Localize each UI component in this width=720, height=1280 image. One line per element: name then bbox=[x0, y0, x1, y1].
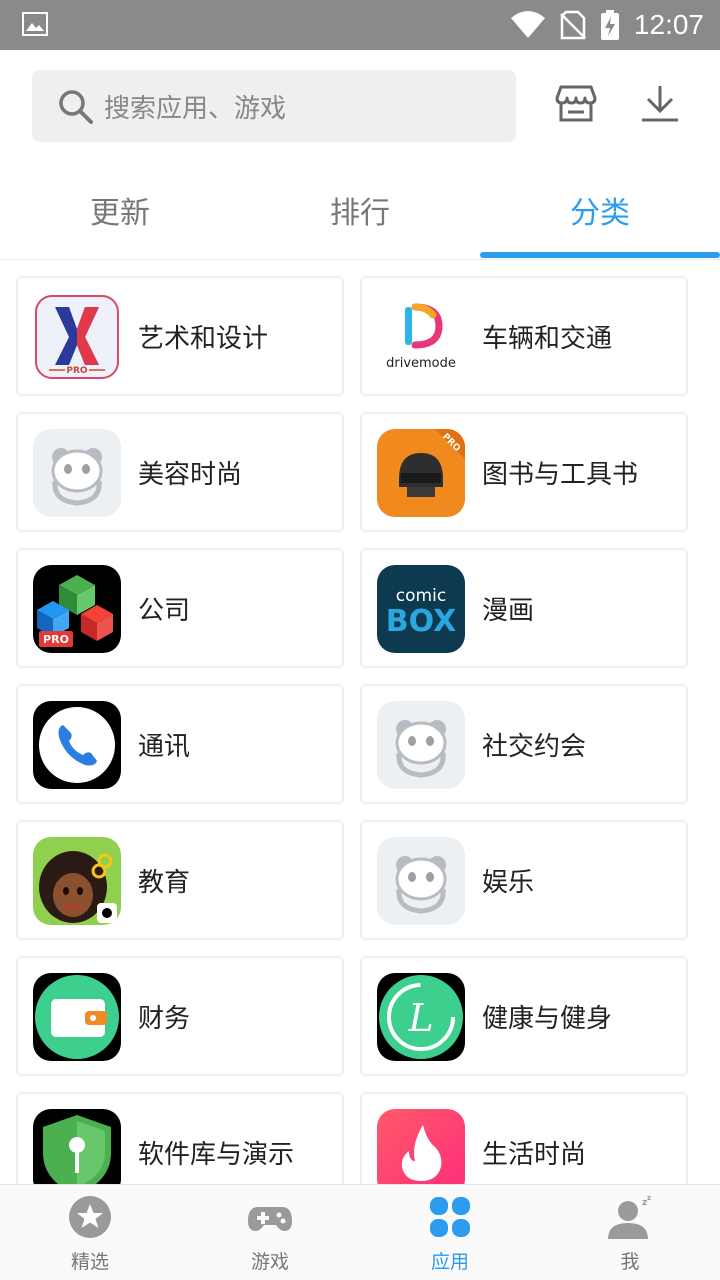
category-label: 美容时尚 bbox=[138, 459, 243, 490]
gamepad-icon bbox=[248, 1207, 292, 1231]
panda-placeholder-icon bbox=[377, 701, 465, 789]
category-label: 软件库与演示 bbox=[138, 1139, 295, 1170]
category-label: 漫画 bbox=[482, 595, 535, 626]
category-beauty[interactable]: 美容时尚 bbox=[16, 412, 344, 532]
category-label: 教育 bbox=[138, 867, 191, 898]
search-icon bbox=[59, 90, 93, 124]
store-icon[interactable] bbox=[554, 82, 598, 126]
category-education[interactable]: 教育 bbox=[16, 820, 344, 940]
category-health-fitness[interactable]: L 健康与健身 bbox=[360, 956, 688, 1076]
status-bar: 12:07 bbox=[0, 0, 720, 50]
status-clock: 12:07 bbox=[633, 9, 704, 40]
nav-label: 精选 bbox=[70, 1251, 109, 1273]
category-label: 公司 bbox=[138, 595, 191, 626]
hair-salon-app-icon bbox=[33, 837, 121, 925]
category-software-demo[interactable]: 软件库与演示 bbox=[16, 1092, 344, 1184]
category-label: 通讯 bbox=[138, 731, 191, 762]
category-label: 图书与工具书 bbox=[482, 459, 639, 490]
category-business[interactable]: PRO 公司 bbox=[16, 548, 344, 668]
wallet-app-icon bbox=[33, 973, 121, 1061]
nav-label: 应用 bbox=[430, 1251, 469, 1273]
nav-label: 游戏 bbox=[250, 1251, 289, 1273]
tinder-flame-app-icon bbox=[377, 1109, 465, 1184]
category-label: 生活时尚 bbox=[482, 1139, 587, 1170]
office-suite-pro-app-icon: PRO bbox=[33, 565, 121, 653]
shield-mic-app-icon bbox=[33, 1109, 121, 1184]
download-icon[interactable] bbox=[638, 82, 682, 126]
search-placeholder: 搜索应用、游戏 bbox=[104, 93, 287, 124]
category-books[interactable]: PRO 图书与工具书 bbox=[360, 412, 688, 532]
category-art-design[interactable]: PRO 艺术和设计 bbox=[16, 276, 344, 396]
comicbox-app-icon: comic BOX bbox=[377, 565, 465, 653]
search-header: 搜索应用、游戏 bbox=[0, 50, 720, 160]
panda-placeholder-icon bbox=[377, 837, 465, 925]
category-label: 艺术和设计 bbox=[138, 323, 269, 354]
user-sleep-icon: z z bbox=[608, 1195, 651, 1239]
apps-grid-icon bbox=[430, 1197, 470, 1237]
category-communication[interactable]: 通讯 bbox=[16, 684, 344, 804]
svg-text:drivemode: drivemode bbox=[386, 356, 456, 371]
tab-ranking[interactable]: 排行 bbox=[240, 160, 480, 260]
category-label: 娱乐 bbox=[482, 867, 535, 898]
x-launcher-pro-app-icon: PRO bbox=[33, 293, 121, 381]
category-lifestyle[interactable]: 生活时尚 bbox=[360, 1092, 688, 1184]
tab-bar: 更新 排行 分类 bbox=[0, 160, 720, 260]
gallery-notification-icon bbox=[22, 12, 48, 36]
bottom-navigation: 精选 游戏 应用 z z 我 bbox=[0, 1184, 720, 1280]
nav-label: 我 bbox=[620, 1251, 640, 1273]
svg-text:BOX: BOX bbox=[386, 604, 456, 639]
no-sim-icon bbox=[560, 10, 586, 40]
svg-text:PRO: PRO bbox=[43, 633, 69, 646]
helmet-pro-app-icon: PRO bbox=[377, 429, 465, 517]
lifesum-app-icon: L bbox=[377, 973, 465, 1061]
svg-text:comic: comic bbox=[396, 586, 446, 606]
nav-apps[interactable]: 应用 bbox=[360, 1185, 540, 1280]
category-grid: PRO 艺术和设计 drivemode 车辆和交通 美容时尚 PRO 图书与工具… bbox=[0, 260, 720, 1184]
phone-app-icon bbox=[33, 701, 121, 789]
category-social-dating[interactable]: 社交约会 bbox=[360, 684, 688, 804]
category-finance[interactable]: 财务 bbox=[16, 956, 344, 1076]
category-vehicles[interactable]: drivemode 车辆和交通 bbox=[360, 276, 688, 396]
active-tab-indicator bbox=[480, 252, 720, 258]
drivemode-app-icon: drivemode bbox=[377, 293, 465, 381]
category-comics[interactable]: comic BOX 漫画 bbox=[360, 548, 688, 668]
category-label: 车辆和交通 bbox=[482, 323, 613, 354]
star-icon bbox=[69, 1196, 111, 1238]
category-label: 健康与健身 bbox=[482, 1003, 613, 1034]
nav-featured[interactable]: 精选 bbox=[0, 1185, 180, 1280]
tab-updates[interactable]: 更新 bbox=[0, 160, 240, 260]
category-label: 社交约会 bbox=[482, 731, 587, 762]
category-label: 财务 bbox=[138, 1003, 191, 1034]
panda-placeholder-icon bbox=[33, 429, 121, 517]
svg-text:z: z bbox=[647, 1195, 651, 1202]
tab-categories[interactable]: 分类 bbox=[480, 160, 720, 260]
nav-games[interactable]: 游戏 bbox=[180, 1185, 360, 1280]
wifi-icon bbox=[510, 11, 545, 38]
svg-text:L: L bbox=[407, 996, 433, 1040]
search-input[interactable]: 搜索应用、游戏 bbox=[32, 70, 516, 142]
nav-me[interactable]: z z 我 bbox=[540, 1185, 720, 1280]
battery-charging-icon bbox=[600, 10, 619, 40]
svg-text:PRO: PRO bbox=[66, 366, 88, 376]
category-entertainment[interactable]: 娱乐 bbox=[360, 820, 688, 940]
